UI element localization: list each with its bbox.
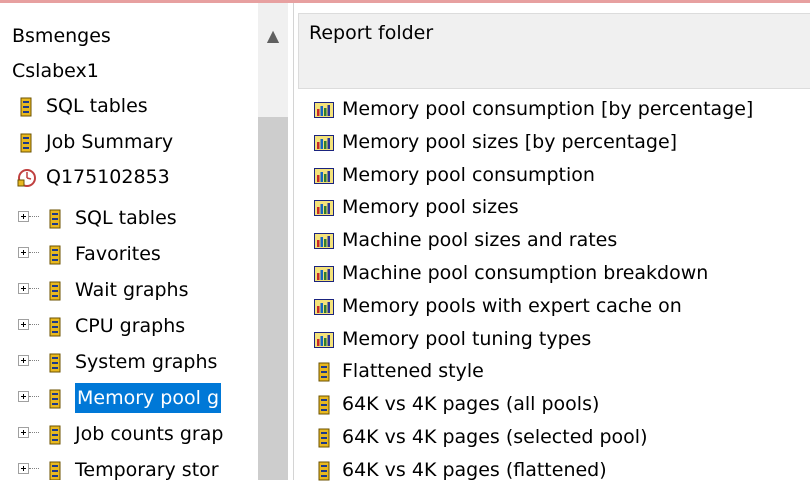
report-list-item[interactable]: Memory pools with expert cache on [314,290,682,322]
folder-doc-icon [45,207,65,228]
report-list-item[interactable]: 64K vs 4K pages (selected pool) [314,421,648,453]
tree-connector [29,395,39,398]
tree-node-label: Bsmenges [12,25,111,47]
expand-icon[interactable] [18,211,29,222]
report-item-label: Memory pools with expert cache on [342,295,682,317]
tree-node-job-summary[interactable]: Job Summary [16,126,173,158]
tree-node-label: System graphs [75,351,218,373]
report-list-pane[interactable]: Report folder Memory pool consumption [b… [298,3,810,481]
folder-doc-icon [45,315,65,336]
bar-chart-icon [314,131,334,151]
report-item-label: Flattened style [342,360,484,382]
report-item-label: 64K vs 4K pages (all pools) [342,393,600,415]
scroll-thumb[interactable] [258,117,288,480]
tree-node-collection[interactable]: Q175102853 [16,161,170,193]
tree-connector [29,431,39,434]
tree-node-label: Job counts grap [75,423,224,445]
tree-connector [29,359,39,362]
report-list-item[interactable]: Memory pool sizes [by percentage] [314,126,677,158]
expand-icon[interactable] [18,247,29,258]
tree-node-system-graphs[interactable]: System graphs [0,346,217,378]
expand-icon[interactable] [18,283,29,294]
report-list-item[interactable]: Memory pool consumption [314,159,595,191]
tree-node-label: Job Summary [46,131,174,153]
tree-connector [29,215,39,218]
folder-doc-icon [45,243,65,264]
report-item-label: 64K vs 4K pages (selected pool) [342,426,648,448]
tree-node-sql-tables-sub[interactable]: SQL tables [0,202,177,234]
tree-node-label-selected: Memory pool g [75,383,221,413]
tree-node-memory-pool-graphs[interactable]: Memory pool g [0,382,221,414]
tree-node-wait-graphs[interactable]: Wait graphs [0,274,189,306]
bar-chart-icon [314,164,334,184]
folder-doc-icon [314,459,334,480]
navigation-tree[interactable]: Bsmenges Cslabex1 SQL tables Job Summary… [0,3,258,480]
folder-doc-icon [45,387,65,408]
tree-node-label: Cslabex1 [12,60,99,82]
report-list-item[interactable]: Memory pool consumption [by percentage] [314,93,753,125]
report-item-label: Memory pool tuning types [342,328,592,350]
folder-doc-icon [45,279,65,300]
tree-connector [29,467,39,470]
bar-chart-icon [314,196,334,216]
tree-node-label: SQL tables [75,207,177,229]
tree-node-label: SQL tables [46,95,148,117]
report-item-label: Memory pool consumption [by percentage] [342,98,754,120]
tree-node-label: Favorites [75,243,161,265]
bar-chart-icon [314,262,334,282]
report-list-item[interactable]: 64K vs 4K pages (flattened) [314,454,607,486]
tree-node-temporary-storage[interactable]: Temporary stor [0,454,219,480]
report-list-item[interactable]: 64K vs 4K pages (all pools) [314,388,599,420]
tree-node-label: Wait graphs [75,279,189,301]
tree-node-library[interactable]: Cslabex1 [12,55,99,87]
folder-doc-icon [314,393,334,414]
report-list-item[interactable]: Flattened style [314,355,484,387]
bar-chart-icon [314,229,334,249]
pane-splitter[interactable] [288,3,298,480]
report-list-item[interactable]: Machine pool consumption breakdown [314,257,708,289]
tree-node-label: Q175102853 [46,166,170,188]
tree-scrollbar[interactable]: ▲ [258,3,288,480]
report-item-label: 64K vs 4K pages (flattened) [342,459,607,481]
tree-node-favorites[interactable]: Favorites [0,238,161,270]
report-item-label: Memory pool sizes [342,196,519,218]
tree-node-job-counts-graphs[interactable]: Job counts grap [0,418,223,450]
folder-doc-icon [16,95,36,116]
expand-icon[interactable] [18,319,29,330]
tree-node-label: Temporary stor [75,459,219,480]
tree-connector [29,251,39,254]
report-item-label: Machine pool consumption breakdown [342,262,709,284]
expand-icon[interactable] [18,391,29,402]
expand-icon[interactable] [18,463,29,474]
bar-chart-icon [314,328,334,348]
report-item-label: Memory pool sizes [by percentage] [342,131,678,153]
splitter-line [293,3,294,480]
folder-doc-icon [314,360,334,381]
scroll-up-arrow-icon[interactable]: ▲ [258,25,288,47]
folder-doc-icon [45,351,65,372]
tree-connector [29,323,39,326]
expand-icon[interactable] [18,427,29,438]
bar-chart-icon [314,295,334,315]
column-header-label: Report folder [309,22,434,44]
folder-doc-icon [45,459,65,480]
folder-doc-icon [16,131,36,152]
report-list-item[interactable]: Memory pool tuning types [314,323,591,355]
tree-node-cpu-graphs[interactable]: CPU graphs [0,310,185,342]
expand-icon[interactable] [18,355,29,366]
folder-doc-icon [314,426,334,447]
report-item-label: Machine pool sizes and rates [342,229,618,251]
report-item-label: Memory pool consumption [342,164,595,186]
tree-node-system[interactable]: Bsmenges [12,20,111,52]
folder-doc-icon [45,423,65,444]
tree-node-sql-tables[interactable]: SQL tables [16,90,148,122]
column-header-report-folder[interactable]: Report folder [298,13,810,89]
report-list-item[interactable]: Machine pool sizes and rates [314,224,617,256]
clock-collection-icon [16,166,36,187]
report-list-item[interactable]: Memory pool sizes [314,191,519,223]
tree-connector [29,287,39,290]
tree-node-label: CPU graphs [75,315,186,337]
bar-chart-icon [314,98,334,118]
